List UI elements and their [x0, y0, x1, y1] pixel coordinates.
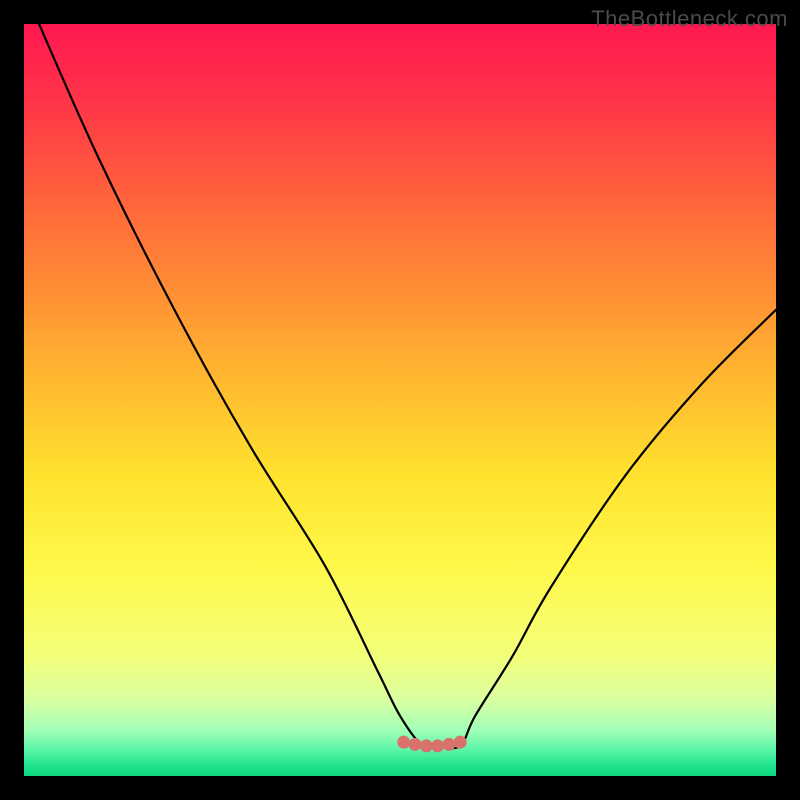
trough-dot [442, 738, 455, 751]
trough-dot [431, 739, 444, 752]
trough-dot [397, 736, 410, 749]
chart-area [24, 24, 776, 776]
trough-dot [420, 739, 433, 752]
bottleneck-curve [24, 24, 776, 776]
trough-dot [454, 736, 467, 749]
watermark-text: TheBottleneck.com [591, 6, 788, 32]
trough-dot [409, 738, 422, 751]
